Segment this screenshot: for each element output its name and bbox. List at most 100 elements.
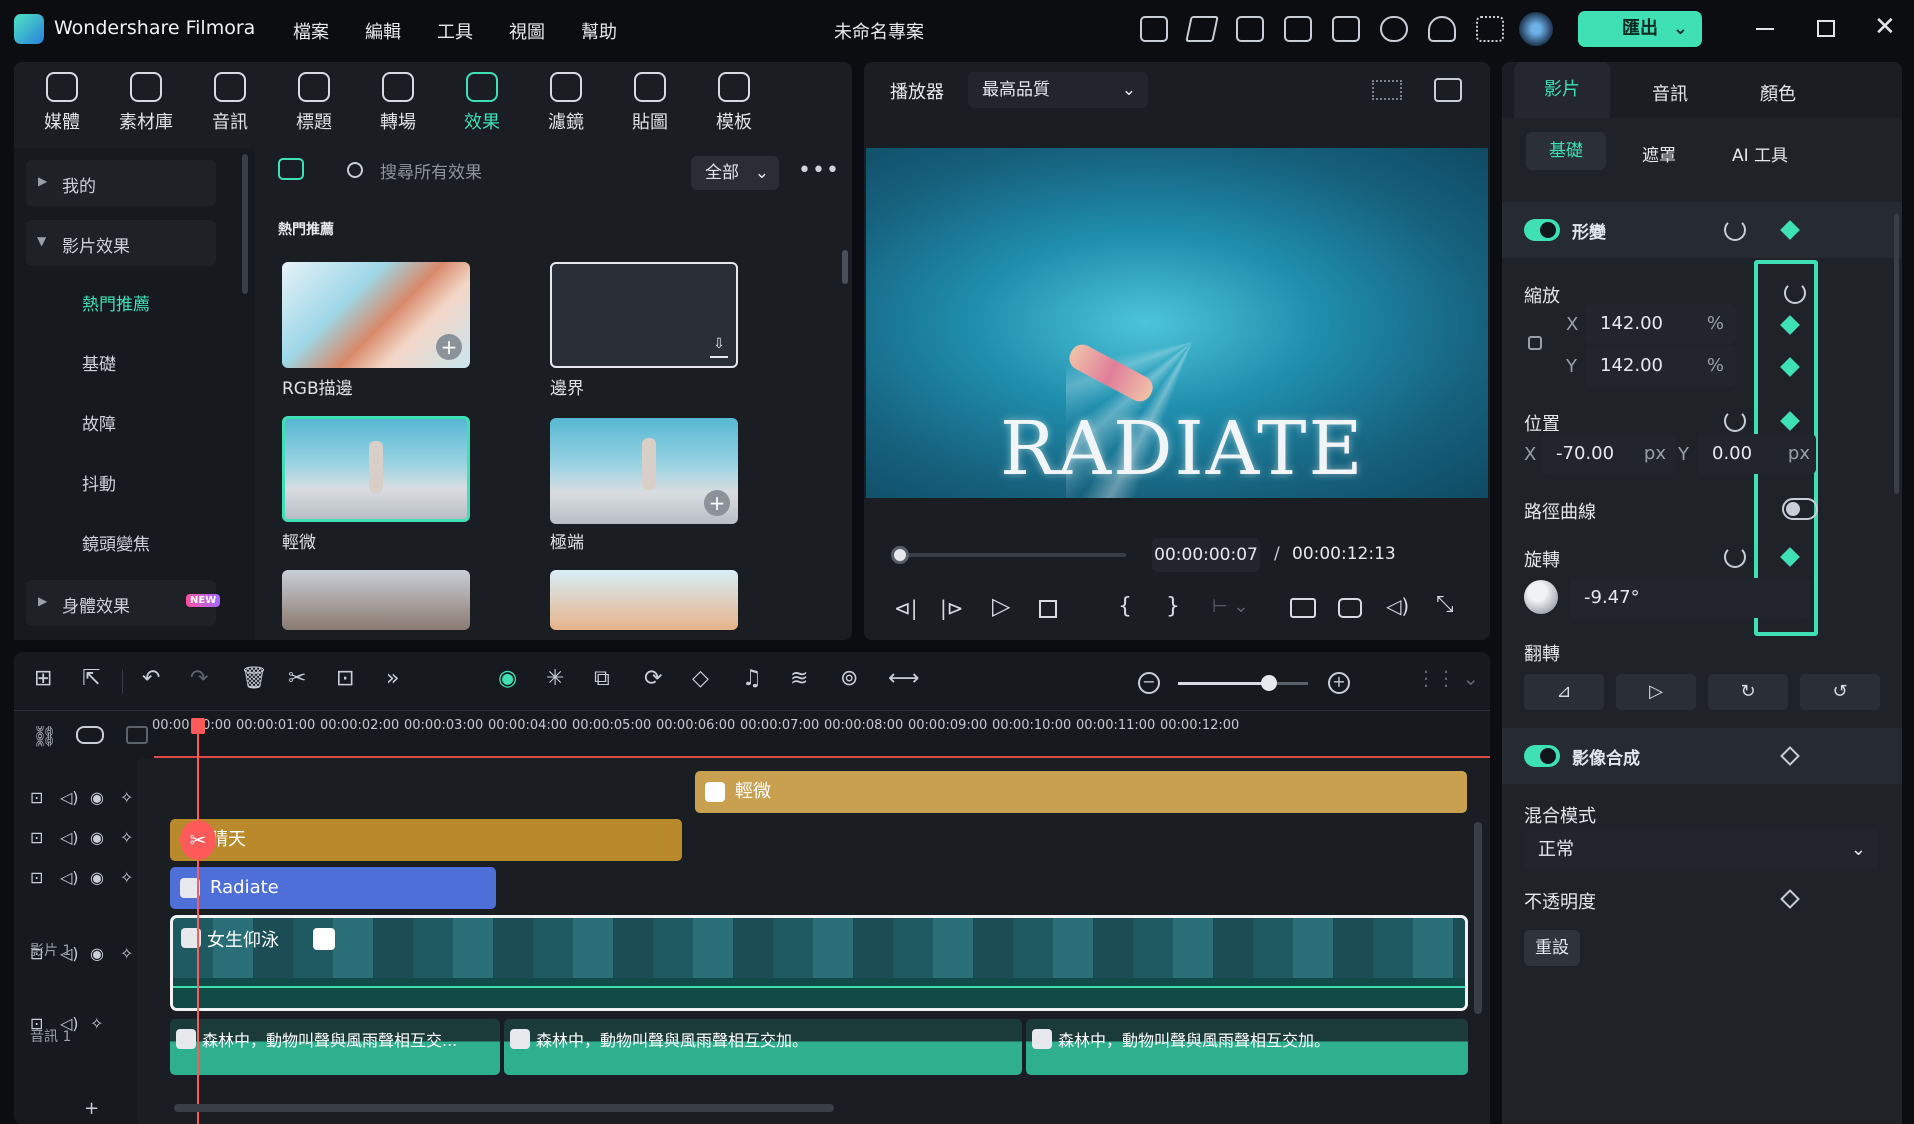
magic-icon[interactable]: ✧ xyxy=(120,788,133,807)
blend-mode-dropdown[interactable]: 正常 ⌄ xyxy=(1524,830,1878,870)
add-track-icon[interactable]: + xyxy=(84,1098,99,1119)
add-icon[interactable]: + xyxy=(436,334,462,360)
toolbar-transition-button[interactable]: 轉場 xyxy=(360,62,436,142)
effect-clip[interactable]: 輕微 xyxy=(695,771,1467,813)
toolbar-effects-button[interactable]: 效果 xyxy=(444,62,520,142)
tab-audio[interactable]: 音訊 xyxy=(1652,80,1688,106)
sidebar-item-popular[interactable]: 熱門推薦 xyxy=(82,290,150,315)
speaker-icon[interactable]: ◁) xyxy=(60,868,79,887)
sidebar-item-basic[interactable]: 基礎 xyxy=(82,350,116,375)
reset-icon[interactable] xyxy=(1724,219,1746,241)
reset-icon[interactable] xyxy=(1724,546,1746,568)
audio-clip[interactable]: 森林中，動物叫聲與風雨聲相互交加。 xyxy=(504,1019,1022,1075)
undo-icon[interactable]: ↶ xyxy=(142,666,160,691)
audio-stretch-icon[interactable]: ≋ xyxy=(790,666,808,691)
reset-icon[interactable] xyxy=(1724,410,1746,432)
tab-video[interactable]: 影片 xyxy=(1514,62,1610,118)
fullscreen-icon[interactable]: ⤡ xyxy=(1436,592,1454,617)
filter-dropdown[interactable]: 全部 ⌄ xyxy=(691,156,779,190)
reset-button[interactable]: 重設 xyxy=(1524,930,1580,966)
delete-icon[interactable]: 🗑 xyxy=(240,666,268,691)
toolbar-template-button[interactable]: 模板 xyxy=(696,62,772,142)
video-clip[interactable]: 女生仰泳 xyxy=(170,915,1468,1011)
save-icon[interactable] xyxy=(1332,16,1360,42)
current-time[interactable]: 00:00:00:07 xyxy=(1152,538,1260,572)
menu-tools[interactable]: 工具 xyxy=(437,18,473,44)
title-clip[interactable]: Radiate xyxy=(170,867,496,909)
zoom-in-icon[interactable]: + xyxy=(1328,672,1350,694)
project-settings-icon[interactable] xyxy=(1236,16,1264,42)
transform-toggle[interactable] xyxy=(1524,219,1560,241)
mask-icon[interactable]: ◇ xyxy=(692,666,709,691)
menu-file[interactable]: 檔案 xyxy=(293,18,329,44)
keyframe-icon[interactable] xyxy=(1780,220,1800,240)
sidebar-item-video-effects[interactable]: ▼ 影片效果 xyxy=(26,220,216,266)
add-effect-icon[interactable]: ⧉ xyxy=(594,666,610,691)
toolbar-library-button[interactable]: 素材庫 xyxy=(108,62,184,142)
filter-clip[interactable]: 晴天 xyxy=(170,819,682,861)
link-icon[interactable]: ⛓ xyxy=(32,724,57,748)
mark-out-icon[interactable]: } xyxy=(1166,594,1180,619)
audio-clip[interactable]: 森林中，動物叫聲與風雨聲相互交加。 xyxy=(1026,1019,1468,1075)
playback-progress-track[interactable] xyxy=(896,553,1126,557)
audio-clip[interactable]: 森林中，動物叫聲與風雨聲相互交... xyxy=(170,1019,500,1075)
more-options-icon[interactable]: ••• xyxy=(798,158,840,183)
select-tool-icon[interactable]: ⇱ xyxy=(82,666,100,691)
download-icon[interactable]: ⇩ xyxy=(710,336,728,358)
sidebar-item-shake[interactable]: 抖動 xyxy=(82,470,116,495)
sidebar-item-mine[interactable]: ▶ 我的 xyxy=(26,160,216,206)
cloud-icon[interactable] xyxy=(1380,16,1408,42)
lock-icon[interactable]: ⊡ xyxy=(30,868,43,887)
magic-icon[interactable]: ✧ xyxy=(120,944,133,963)
progress-knob[interactable] xyxy=(891,546,910,564)
eye-icon[interactable]: ◉ xyxy=(90,944,104,963)
sidebar-item-glitch[interactable]: 故障 xyxy=(82,410,116,435)
inspector-scrollbar[interactable] xyxy=(1894,214,1899,494)
toolbar-media-button[interactable]: 媒體 xyxy=(24,62,100,142)
effect-thumbnail[interactable]: + xyxy=(550,418,738,524)
sidebar-scrollbar[interactable] xyxy=(242,154,248,294)
search-input[interactable]: 搜尋所有效果 xyxy=(380,158,680,184)
subtab-ai-tools[interactable]: AI 工具 xyxy=(1732,141,1788,166)
volume-icon[interactable]: ◁) xyxy=(1386,594,1409,618)
redo-icon[interactable]: ↷ xyxy=(190,666,208,691)
eye-icon[interactable]: ◉ xyxy=(90,828,104,847)
send-icon[interactable] xyxy=(1185,16,1219,42)
speaker-icon[interactable]: ◁) xyxy=(60,828,79,847)
scissors-icon[interactable]: ✂ xyxy=(180,820,216,860)
prev-frame-icon[interactable]: ⊲| xyxy=(894,596,918,620)
gift-icon[interactable] xyxy=(1140,16,1168,42)
export-button[interactable]: 匯出 ⌄ xyxy=(1578,11,1702,47)
lock-icon[interactable] xyxy=(1528,336,1542,350)
effect-thumbnail[interactable]: + xyxy=(282,262,470,368)
layout-icon[interactable] xyxy=(1284,16,1312,42)
position-y-field[interactable]: 0.00 px xyxy=(1698,434,1816,474)
flip-vertical-button[interactable]: ▷ xyxy=(1616,674,1696,710)
close-icon[interactable]: ✕ xyxy=(1874,14,1896,40)
effect-thumbnail[interactable] xyxy=(282,416,470,522)
ai-companion-icon[interactable]: ◉ xyxy=(498,666,517,691)
toolbar-music-button[interactable]: 音訊 xyxy=(192,62,268,142)
insert-icon[interactable]: ⊢ ⌄ xyxy=(1212,596,1248,617)
zoom-knob[interactable] xyxy=(1261,675,1277,691)
next-frame-icon[interactable]: |⊳ xyxy=(940,596,964,620)
subtab-mask[interactable]: 遮罩 xyxy=(1642,141,1676,166)
quality-dropdown[interactable]: 最高品質 ⌄ xyxy=(968,72,1148,108)
scale-y-field[interactable]: 142.00 % xyxy=(1586,346,1736,386)
crop-icon[interactable]: ⊡ xyxy=(336,666,354,691)
subtab-basic[interactable]: 基礎 xyxy=(1526,132,1606,170)
lock-icon[interactable]: ⊡ xyxy=(30,788,43,807)
mark-in-icon[interactable]: { xyxy=(1118,594,1132,619)
playhead-line[interactable] xyxy=(197,722,199,1124)
fit-icon[interactable]: ⟷ xyxy=(888,666,920,691)
effects-scrollbar[interactable] xyxy=(842,250,848,284)
record-voice-icon[interactable]: ♫ xyxy=(742,666,762,691)
add-icon[interactable]: + xyxy=(704,490,730,516)
apps-grid-icon[interactable] xyxy=(1476,16,1504,42)
grid-view-icon[interactable] xyxy=(1372,80,1402,100)
snapshot-icon[interactable] xyxy=(1338,598,1362,618)
timeline-h-scrollbar[interactable] xyxy=(174,1104,834,1112)
layout-grid-icon[interactable]: ⊞ xyxy=(34,666,52,691)
favorites-icon[interactable] xyxy=(278,158,304,180)
magic-icon[interactable]: ✧ xyxy=(120,828,133,847)
